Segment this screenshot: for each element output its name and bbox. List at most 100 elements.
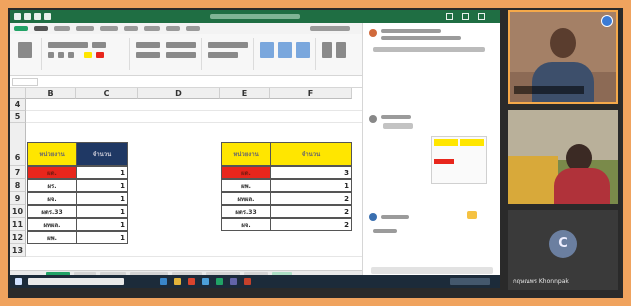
left-row-label[interactable]: ผทผล. xyxy=(27,218,77,231)
cell-styles-icon[interactable] xyxy=(296,42,310,58)
left-row-count[interactable]: 1 xyxy=(76,218,128,231)
right-header-count[interactable]: จำนวน xyxy=(270,142,352,166)
redo-icon[interactable] xyxy=(44,13,51,20)
chat-image-attachment[interactable] xyxy=(431,136,487,184)
left-row-count[interactable]: 1 xyxy=(76,205,128,218)
undo-icon[interactable] xyxy=(34,13,41,20)
tab-help[interactable] xyxy=(186,26,200,31)
left-row-count[interactable]: 1 xyxy=(76,166,128,179)
tab-data[interactable] xyxy=(124,26,138,31)
tab-view[interactable] xyxy=(166,26,180,31)
right-row-count[interactable]: 3 xyxy=(270,166,352,179)
tell-me-box[interactable] xyxy=(310,26,350,31)
minimize-icon[interactable] xyxy=(446,13,453,20)
autosave-icon[interactable] xyxy=(14,13,21,20)
fill-color-icon[interactable] xyxy=(84,52,92,58)
column-header-f[interactable]: F xyxy=(270,88,352,99)
excel-icon[interactable] xyxy=(216,278,223,285)
emoji-icon[interactable] xyxy=(467,211,477,219)
tile1-badge-icon xyxy=(601,15,613,27)
teams-icon[interactable] xyxy=(230,278,237,285)
column-header-c[interactable]: C xyxy=(76,88,138,99)
row-header-6[interactable]: 6 xyxy=(10,123,26,166)
select-all-corner[interactable] xyxy=(10,88,26,99)
taskbar-app-icon[interactable] xyxy=(244,278,251,285)
percent-icon[interactable] xyxy=(208,52,238,58)
right-row-count[interactable]: 2 xyxy=(270,192,352,205)
tab-page-layout[interactable] xyxy=(76,26,94,31)
left-row-label[interactable]: ผด. xyxy=(27,166,77,179)
merge-center-icon[interactable] xyxy=(166,52,196,58)
row-header-4[interactable]: 4 xyxy=(10,99,26,111)
row-header-9[interactable]: 9 xyxy=(10,192,26,205)
search-icon[interactable] xyxy=(28,278,124,285)
chat-link-bar[interactable] xyxy=(373,47,485,52)
windows-icon[interactable] xyxy=(15,278,22,285)
font-group xyxy=(44,38,130,70)
bold-icon[interactable] xyxy=(48,52,54,58)
row-header-13[interactable]: 13 xyxy=(10,244,26,257)
name-box[interactable] xyxy=(12,78,38,86)
delete-cells-icon[interactable] xyxy=(336,42,346,58)
underline-icon[interactable] xyxy=(68,52,74,58)
right-row-count[interactable]: 2 xyxy=(270,205,352,218)
right-row-label[interactable]: ผดร.33 xyxy=(221,205,271,218)
video-tile-3[interactable]: C กฤษณพร Khonnpak xyxy=(508,210,618,290)
chat-compose-box[interactable] xyxy=(371,267,493,274)
chrome-icon[interactable] xyxy=(188,278,195,285)
italic-icon[interactable] xyxy=(58,52,64,58)
tab-insert[interactable] xyxy=(54,26,70,31)
row-header-7[interactable]: 7 xyxy=(10,166,26,179)
left-row-label[interactable]: ผร. xyxy=(27,179,77,192)
number-format-select[interactable] xyxy=(208,42,248,48)
left-row-label[interactable]: ผพ. xyxy=(27,231,77,244)
left-row-count[interactable]: 1 xyxy=(76,192,128,205)
column-header-e[interactable]: E xyxy=(220,88,270,99)
left-row-count[interactable]: 1 xyxy=(76,231,128,244)
align-left-icon[interactable] xyxy=(136,52,160,58)
right-row-label[interactable]: ผทผล. xyxy=(221,192,271,205)
taskbar xyxy=(10,275,500,288)
worksheet-grid[interactable]: B C D E F 4 5 6 7 8 9 10 11 12 13 หน่วยง… xyxy=(10,88,362,270)
tab-home[interactable] xyxy=(34,26,48,31)
column-header-d[interactable]: D xyxy=(138,88,220,99)
format-as-table-icon[interactable] xyxy=(278,42,292,58)
font-size-select[interactable] xyxy=(92,42,106,48)
right-row-label[interactable]: ผด. xyxy=(221,166,271,179)
row-header-11[interactable]: 11 xyxy=(10,218,26,231)
wrap-text-icon[interactable] xyxy=(166,42,196,48)
taskbar-app-icon[interactable] xyxy=(160,278,167,285)
video-tile-1[interactable] xyxy=(508,10,618,104)
row-header-5[interactable]: 5 xyxy=(10,111,26,123)
close-icon[interactable] xyxy=(478,13,485,20)
paste-icon[interactable] xyxy=(18,42,32,58)
system-tray[interactable] xyxy=(450,278,490,285)
save-icon[interactable] xyxy=(24,13,31,20)
left-row-label[interactable]: ผจ. xyxy=(27,192,77,205)
right-row-label[interactable]: ผพ. xyxy=(221,179,271,192)
insert-cells-icon[interactable] xyxy=(322,42,332,58)
left-row-count[interactable]: 1 xyxy=(76,179,128,192)
left-row-label[interactable]: ผดร.33 xyxy=(27,205,77,218)
left-header-label[interactable]: หน่วยงาน xyxy=(27,142,77,166)
video-tile-2[interactable] xyxy=(508,110,618,204)
row-header-12[interactable]: 12 xyxy=(10,231,26,244)
tab-formulas[interactable] xyxy=(100,26,118,31)
right-row-count[interactable]: 1 xyxy=(270,179,352,192)
maximize-icon[interactable] xyxy=(462,13,469,20)
row-header-10[interactable]: 10 xyxy=(10,205,26,218)
row-header-8[interactable]: 8 xyxy=(10,179,26,192)
align-top-icon[interactable] xyxy=(136,42,160,48)
font-name-select[interactable] xyxy=(48,42,88,48)
conditional-formatting-icon[interactable] xyxy=(260,42,274,58)
right-row-count[interactable]: 2 xyxy=(270,218,352,231)
folder-icon[interactable] xyxy=(174,278,181,285)
font-color-icon[interactable] xyxy=(96,52,104,58)
column-header-b[interactable]: B xyxy=(26,88,76,99)
tab-review[interactable] xyxy=(144,26,160,31)
left-header-count[interactable]: จำนวน xyxy=(76,142,128,166)
right-header-label[interactable]: หน่วยงาน xyxy=(221,142,271,166)
right-row-label[interactable]: ผจ. xyxy=(221,218,271,231)
tab-file[interactable] xyxy=(14,26,28,31)
taskbar-app-icon[interactable] xyxy=(202,278,209,285)
